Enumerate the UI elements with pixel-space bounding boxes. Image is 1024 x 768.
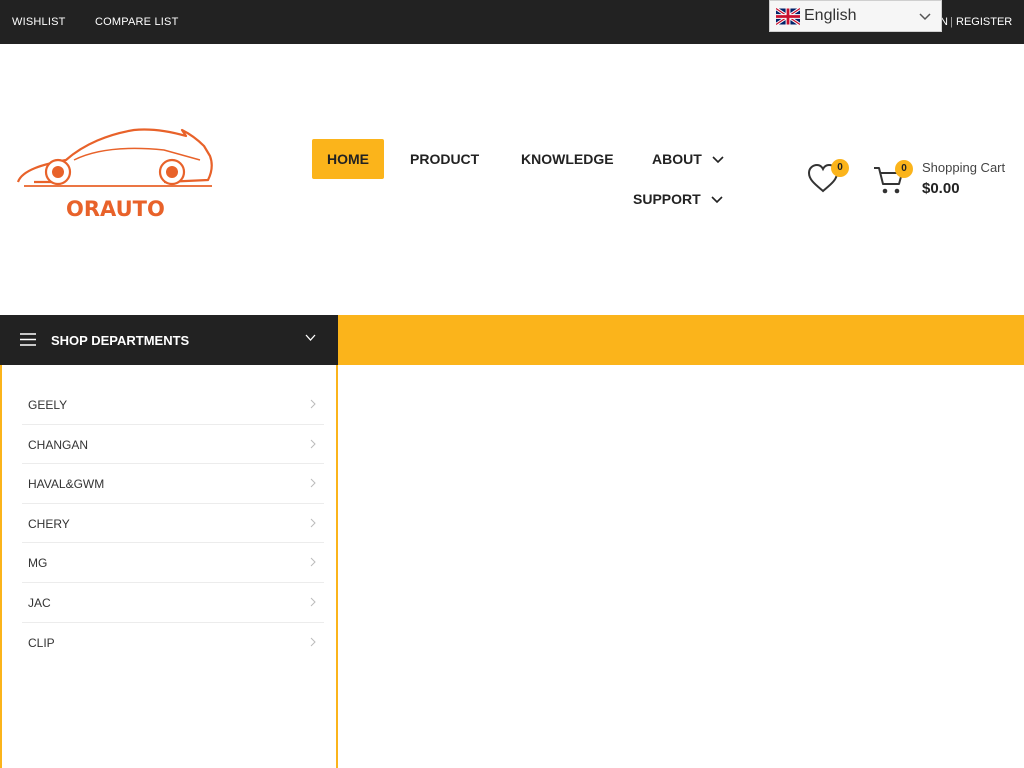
nav-knowledge[interactable]: KNOWLEDGE [521,139,614,179]
department-item-jac[interactable]: JAC [22,583,324,623]
department-label: CLIP [28,635,55,650]
department-label: JAC [28,595,51,610]
shop-departments-title: SHOP DEPARTMENTS [51,333,190,348]
nav-product[interactable]: PRODUCT [410,139,479,179]
department-item-mg[interactable]: MG [22,543,324,583]
language-selector[interactable]: English [769,0,942,32]
wishlist-count-badge: 0 [831,159,849,177]
chevron-right-icon [310,597,316,607]
car-logo-icon: ORAUTO [16,128,213,221]
departments-list: GEELY CHANGAN HAVAL&GWM CHERY MG JAC CLI… [22,385,324,662]
department-label: CHERY [28,516,70,531]
register-link[interactable]: REGISTER [956,16,1012,28]
chevron-down-icon [919,13,931,21]
chevron-right-icon [310,558,316,567]
nav-support-label: SUPPORT [633,191,701,207]
cart-count-badge: 0 [895,160,913,178]
wishlist-link[interactable]: WISHLIST [12,16,66,28]
top-bar: WISHLIST COMPARE LIST N | REGISTER Engli… [0,0,1024,44]
compare-list-link[interactable]: COMPARE LIST [95,16,179,28]
shop-departments-toggle[interactable]: SHOP DEPARTMENTS [0,315,338,365]
department-label: MG [28,556,48,571]
chevron-down-icon [712,156,724,164]
department-item-haval-gwm[interactable]: HAVAL&GWM [22,464,324,504]
department-item-geely[interactable]: GEELY [22,385,324,425]
chevron-right-icon [310,399,316,409]
departments-panel: GEELY CHANGAN HAVAL&GWM CHERY MG JAC CLI… [0,365,338,768]
chevron-right-icon [310,439,316,448]
chevron-down-icon [711,196,723,204]
language-label: English [804,7,857,24]
department-label: CHANGAN [28,437,89,452]
nav-about-label: ABOUT [652,151,702,167]
site-logo[interactable]: ORAUTO [14,120,214,221]
nav-about[interactable]: ABOUT [652,139,724,179]
menu-icon [20,333,36,346]
chevron-right-icon [310,637,316,646]
nav-home[interactable]: HOME [312,139,384,179]
department-item-clip[interactable]: CLIP [22,623,324,663]
chevron-right-icon [310,478,316,488]
cart-total: $0.00 [922,180,960,197]
uk-flag-icon [776,8,800,25]
department-label: HAVAL&GWM [28,477,105,492]
department-item-changan[interactable]: CHANGAN [22,425,324,465]
chevron-down-icon [305,334,316,341]
department-label: GEELY [28,398,68,412]
nav-support[interactable]: SUPPORT [633,179,723,219]
cart-title[interactable]: Shopping Cart [922,160,1005,175]
chevron-right-icon [310,518,316,528]
department-item-chery[interactable]: CHERY [22,504,324,544]
search-bar-area [338,315,1024,365]
auth-separator: | [950,16,953,28]
logo-text: ORAUTO [66,197,165,220]
